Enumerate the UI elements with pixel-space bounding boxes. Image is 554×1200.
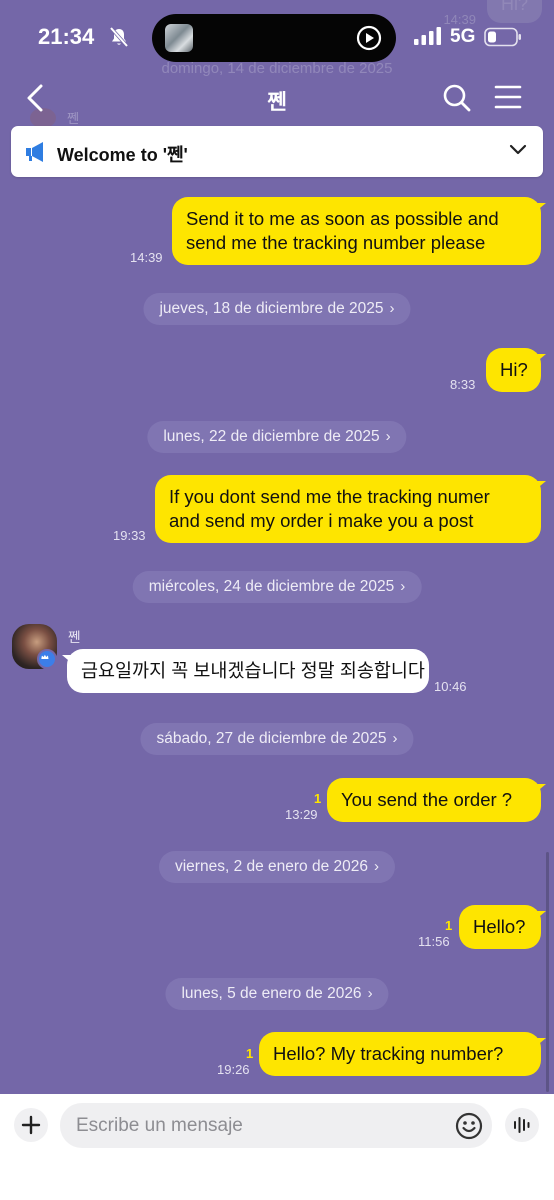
message-time: 11:56 <box>418 934 450 949</box>
message-text-line: and send my order i make you a post <box>169 510 474 531</box>
chevron-right-icon: › <box>400 578 406 595</box>
scrollbar[interactable] <box>546 852 549 1092</box>
date-separator[interactable]: jueves, 18 de diciembre de 2025 › <box>143 293 411 325</box>
faded-sender-name: 쩬 <box>67 111 79 126</box>
bell-slash-icon <box>109 26 129 48</box>
date-separator-text: lunes, 22 de diciembre de 2025 <box>163 428 380 445</box>
message-input-placeholder: Escribe un mensaje <box>76 1115 243 1136</box>
date-separator[interactable]: lunes, 5 de enero de 2026 › <box>165 978 389 1010</box>
plus-button[interactable] <box>14 1108 48 1142</box>
date-separator-text: lunes, 5 de enero de 2026 <box>181 985 362 1002</box>
date-separator[interactable]: miércoles, 24 de diciembre de 2025 › <box>132 571 422 603</box>
chat-title[interactable]: 쩬 <box>267 86 286 116</box>
message-time: 14:39 <box>130 250 163 265</box>
message-time: 19:26 <box>217 1062 250 1077</box>
my-message-bubble[interactable]: If you dont send me the tracking numer a… <box>155 475 546 543</box>
unread-count: 1 <box>246 1046 254 1061</box>
message-text-line: send me the tracking number please <box>186 232 486 253</box>
voice-button[interactable] <box>505 1108 539 1142</box>
chevron-right-icon: › <box>367 985 373 1002</box>
message-text-line: Hello? <box>473 916 526 937</box>
date-separator[interactable]: viernes, 2 de enero de 2026 › <box>158 851 396 883</box>
status-time: 21:34 <box>38 24 95 49</box>
crown-badge-icon <box>37 649 57 669</box>
date-separator[interactable]: sábado, 27 de diciembre de 2025 › <box>140 723 414 755</box>
signal-icon <box>414 27 441 45</box>
message-time: 10:46 <box>434 679 467 694</box>
menu-icon[interactable] <box>494 84 522 110</box>
unread-count: 1 <box>445 918 453 933</box>
emoji-icon[interactable] <box>454 1111 484 1141</box>
back-icon[interactable] <box>22 82 52 114</box>
chevron-right-icon: › <box>385 428 391 445</box>
chevron-right-icon: › <box>392 730 398 747</box>
unread-count: 1 <box>314 791 322 806</box>
search-icon[interactable] <box>442 83 472 113</box>
message-text-line: You send the order ? <box>341 789 513 810</box>
date-separator-text: sábado, 27 de diciembre de 2025 <box>156 730 387 747</box>
plus-icon <box>21 1115 41 1135</box>
chevron-right-icon: › <box>374 858 380 875</box>
message-text-line: 금요일까지 꼭 보내겠습니다 정말 죄송합니다 <box>81 660 425 681</box>
my-message-bubble[interactable]: Hello? <box>459 905 546 949</box>
date-separator[interactable]: lunes, 22 de diciembre de 2025 › <box>147 421 407 453</box>
announcement-banner[interactable]: Welcome to '쩬' <box>11 126 543 177</box>
date-separator-text: miércoles, 24 de diciembre de 2025 <box>148 578 395 595</box>
message-text-line: If you dont send me the tracking numer <box>169 486 490 507</box>
date-separator-text: jueves, 18 de diciembre de 2025 <box>159 300 384 317</box>
megaphone-icon <box>26 142 43 162</box>
sender-name[interactable]: 쩬 <box>68 626 80 646</box>
received-message-bubble[interactable]: 금요일까지 꼭 보내겠습니다 정말 죄송합니다 <box>62 649 429 693</box>
message-text-line: Hello? My tracking number? <box>273 1043 504 1064</box>
message-time: 19:33 <box>113 528 146 543</box>
message-input[interactable]: Escribe un mensaje <box>60 1103 492 1148</box>
my-message-bubble[interactable]: You send the order ? <box>327 778 546 822</box>
message-text-line: Send it to me as soon as possible and <box>186 208 499 229</box>
my-message-bubble[interactable]: Hello? My tracking number? <box>259 1032 546 1076</box>
chevron-right-icon: › <box>389 300 395 317</box>
media-thumbnail <box>165 24 193 52</box>
voice-icon <box>514 1117 530 1133</box>
network-type: 5G <box>450 26 476 47</box>
play-icon[interactable] <box>356 25 382 51</box>
chat-background[interactable]: Hi? 14:39 domingo, 14 de diciembre de 20… <box>0 0 554 1094</box>
status-bar: 21:34 5G <box>0 0 554 76</box>
message-text-line: Hi? <box>500 359 528 380</box>
message-time: 13:29 <box>285 807 318 822</box>
battery-icon <box>484 27 521 47</box>
announcement-text: Welcome to '쩬' <box>57 145 188 165</box>
my-message-bubble[interactable]: Send it to me as soon as possible and se… <box>172 197 546 265</box>
chevron-down-icon[interactable] <box>509 143 527 157</box>
message-composer: Escribe un mensaje <box>0 1094 554 1200</box>
date-separator-text: viernes, 2 de enero de 2026 <box>174 858 369 875</box>
message-time: 8:33 <box>450 377 476 392</box>
dynamic-island[interactable] <box>152 14 396 62</box>
my-message-bubble[interactable]: Hi? <box>486 348 546 392</box>
